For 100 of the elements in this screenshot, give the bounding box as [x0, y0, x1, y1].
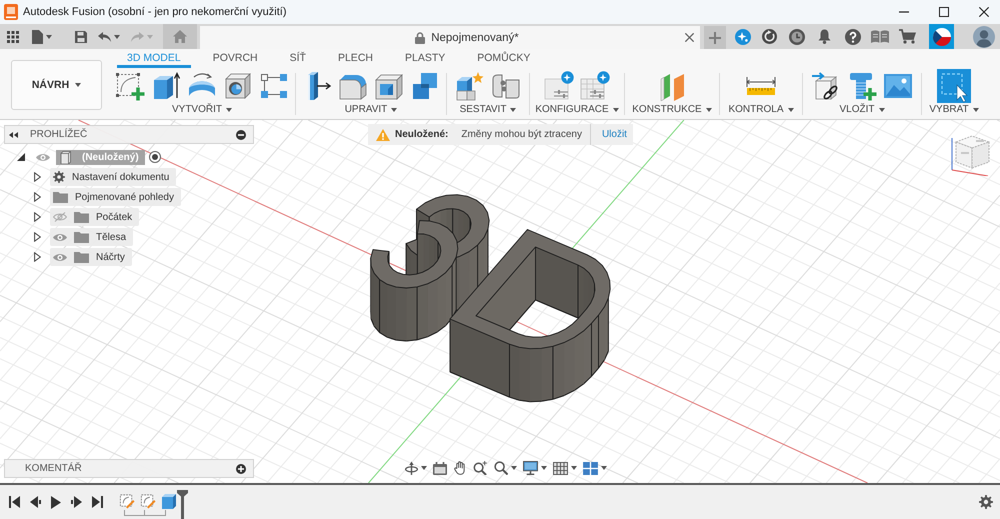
bolt-plus-icon[interactable] [847, 70, 877, 100]
two-cubes-icon[interactable] [410, 70, 440, 100]
home-icon [173, 30, 187, 43]
ribbon-tab[interactable]: PLECH [328, 50, 383, 68]
grid-icon[interactable] [553, 462, 568, 474]
expand-arrow-icon[interactable] [34, 252, 41, 262]
expand-arrow-icon[interactable] [34, 232, 41, 242]
plus-circle-icon[interactable] [236, 464, 246, 474]
box-arrow-icon[interactable] [151, 70, 181, 100]
skip-to-start-icon[interactable] [9, 496, 20, 508]
caret-icon[interactable] [421, 466, 427, 470]
panes-icon[interactable] [583, 462, 598, 474]
orbit-icon[interactable] [405, 461, 418, 475]
caret-icon[interactable] [541, 466, 547, 470]
feature-group-bracket [124, 510, 166, 516]
browser-title: PROHLÍŽEČ [30, 129, 88, 140]
browser-item[interactable]: Náčrty [50, 248, 132, 266]
ribbon-tab[interactable]: SÍŤ [280, 50, 316, 68]
ruler-icon[interactable] [746, 76, 776, 96]
inspect-menu-button[interactable]: KONTROLA [727, 103, 794, 116]
pencil-sketch-icon[interactable] [119, 492, 135, 508]
comments-title: KOMENTÁŘ [25, 463, 82, 474]
step-back-icon[interactable] [30, 496, 41, 508]
undo-icon[interactable] [98, 32, 111, 42]
close-icon[interactable] [979, 7, 989, 17]
cube-star-icon[interactable] [455, 70, 485, 100]
pencil-sketch-icon[interactable] [140, 492, 156, 508]
radio-icon[interactable] [148, 151, 161, 163]
sheet-sliders-icon[interactable] [544, 70, 574, 100]
expand-arrow-icon[interactable] [34, 172, 41, 182]
expand-arrow-icon[interactable] [34, 192, 41, 202]
window-title: Autodesk Fusion (osobní - jen pro nekomerční využití) [23, 6, 287, 18]
browser-item[interactable]: Nastavení dokumentu [50, 168, 176, 186]
table-sliders-icon[interactable] [580, 70, 610, 100]
notification-message: Změny mohou být ztraceny [461, 129, 582, 140]
caret-icon[interactable] [571, 466, 577, 470]
ribbon-tab[interactable]: POVRCH [202, 50, 268, 68]
avatar-icon[interactable] [973, 26, 995, 48]
cart-icon[interactable] [899, 29, 916, 44]
document-tab[interactable]: Nepojmenovaný* [200, 26, 700, 49]
caret-icon [510, 108, 516, 112]
timeline-marker[interactable] [177, 490, 188, 519]
circular-arrow-icon[interactable] [762, 29, 777, 44]
play-icon[interactable] [51, 496, 61, 508]
select-menu-button[interactable]: VYBRAT [928, 103, 980, 116]
workspace-dropdown[interactable]: NÁVRH [11, 60, 102, 110]
apps-grid-icon[interactable] [7, 30, 19, 42]
construct-menu-button[interactable]: KONSTRUKCE [631, 103, 713, 116]
caret-icon[interactable] [46, 34, 52, 38]
magnifier-icon[interactable] [494, 461, 508, 475]
file-icon[interactable] [32, 30, 43, 44]
bell-icon[interactable] [818, 29, 831, 44]
save-icon[interactable] [75, 30, 87, 42]
cube-icon[interactable] [161, 492, 177, 508]
expand-arrow-icon[interactable] [34, 212, 41, 222]
app-icon [4, 4, 18, 20]
eye-icon[interactable] [53, 252, 67, 262]
monitor-icon[interactable] [523, 461, 538, 475]
caret-icon[interactable] [114, 34, 120, 38]
caret-icon [788, 108, 794, 112]
caret-icon [706, 108, 712, 112]
expanded-arrow-icon[interactable] [17, 153, 25, 161]
help-icon[interactable] [845, 28, 861, 44]
save-link[interactable]: Uložit [602, 129, 627, 140]
caret-icon [972, 108, 979, 112]
clock-icon[interactable] [789, 28, 805, 44]
minus-circle-icon[interactable] [236, 130, 246, 140]
browser-item[interactable]: Počátek [50, 208, 140, 226]
caret-icon[interactable] [601, 466, 607, 470]
hand-icon[interactable] [454, 461, 466, 475]
folder-icon [74, 232, 89, 242]
notification-label: Neuložené: [395, 129, 448, 140]
caret-icon[interactable] [511, 466, 517, 470]
eye-icon[interactable] [53, 232, 67, 242]
insert-menu-button[interactable]: VLOŽIT [838, 103, 886, 116]
maximize-icon[interactable] [939, 7, 949, 17]
minimize-icon[interactable] [899, 11, 909, 13]
create-menu-button[interactable]: VYTVOŘIT [170, 103, 233, 116]
ribbon-tab[interactable]: POMŮCKY [467, 50, 540, 68]
caret-icon[interactable] [75, 83, 82, 87]
skip-to-end-icon[interactable] [92, 496, 103, 508]
flag-button[interactable] [929, 24, 954, 49]
lock-icon [415, 32, 426, 44]
browser-item[interactable]: Pojmenované pohledy [50, 188, 181, 206]
sparkle-badge-icon[interactable] [735, 28, 751, 44]
zoom-icon[interactable] [473, 461, 487, 475]
book-icon[interactable] [871, 30, 889, 43]
dashed-square-plus-icon[interactable] [115, 70, 145, 100]
cube-hole-icon[interactable] [223, 70, 253, 100]
collapse-icon[interactable] [9, 132, 18, 138]
browser-item[interactable]: Tělesa [50, 228, 134, 246]
settings-icon[interactable] [979, 495, 993, 509]
select-cursor-icon[interactable] [937, 68, 971, 102]
calendar-icon[interactable] [433, 462, 447, 474]
ribbon-tab[interactable]: PLASTY [394, 50, 456, 68]
modify-menu-button[interactable]: UPRAVIT [344, 103, 398, 116]
step-forward-icon[interactable] [71, 496, 82, 508]
assemble-menu-button[interactable]: SESTAVIT [458, 103, 518, 116]
caret-icon [226, 108, 232, 112]
configure-menu-button[interactable]: KONFIGURACE [534, 103, 620, 116]
